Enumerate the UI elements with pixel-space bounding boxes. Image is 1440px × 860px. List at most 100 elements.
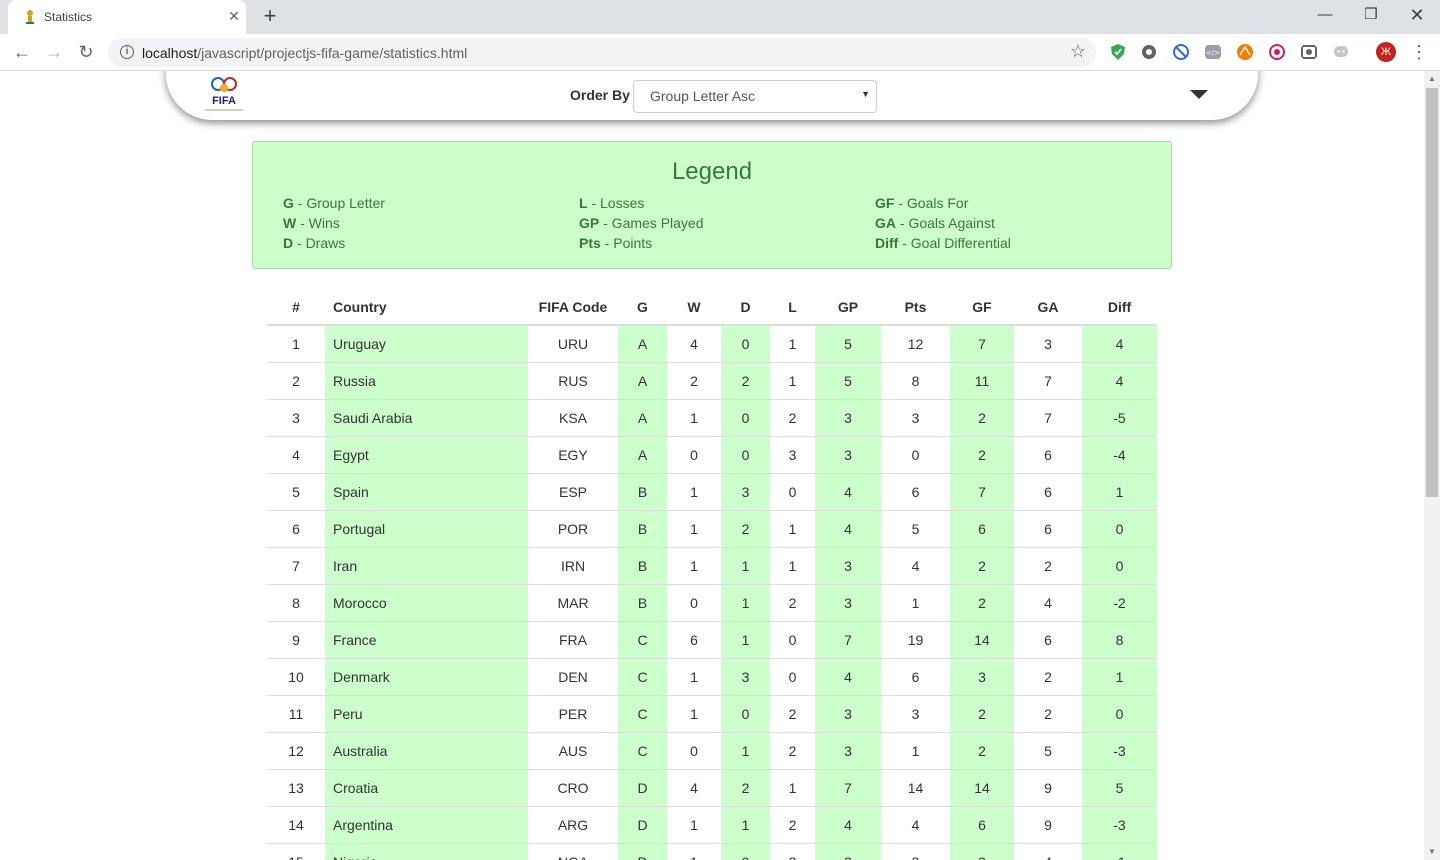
tab-close-icon[interactable]: ✕: [225, 7, 243, 25]
table-row: 15NigeriaNGAD1023334-1: [267, 842, 1157, 860]
legend-item: GA - Goals Against: [875, 215, 995, 231]
cell-goals-for: 2: [950, 583, 1014, 621]
cell-wins: 0: [667, 731, 721, 769]
cell-country: Denmark: [325, 657, 528, 695]
cell-goals-against: 2: [1014, 657, 1082, 695]
table-row: 8 Morocco MAR B 0 1 2 3 1 2 4 -2: [267, 583, 1157, 621]
fifa-logo[interactable]: FIFA: [201, 76, 247, 114]
cell-games-played: 4: [815, 472, 881, 510]
orange-extension-icon[interactable]: [1236, 43, 1254, 61]
tab-title: Statistics: [44, 10, 93, 24]
back-arrow-icon[interactable]: ←: [10, 40, 34, 64]
cell-rank: 1: [267, 324, 325, 362]
profile-avatar[interactable]: Ж: [1376, 42, 1396, 62]
cell-goals-against: 6: [1014, 509, 1082, 547]
column-header-games-played: GP: [815, 289, 881, 326]
browser-menu-icon[interactable]: ⋮: [1410, 40, 1428, 64]
shield-extension-icon[interactable]: [1109, 43, 1127, 61]
cell-points: 3: [881, 694, 950, 732]
cell-goal-diff: -2: [1082, 583, 1157, 621]
cell-draws: 0: [721, 324, 770, 362]
table-row: 4 Egypt EGY A 0 0 3 3 0 2 6 -4: [267, 435, 1157, 473]
cell-games-played: 3: [815, 546, 881, 584]
cell-country: Peru: [325, 694, 528, 732]
cell-goals-for: 11: [950, 361, 1014, 399]
cell-points: 4: [881, 546, 950, 584]
bookmark-star-icon[interactable]: ☆: [1070, 41, 1086, 62]
minimize-icon[interactable]: —: [1302, 0, 1348, 32]
url-host: localhost: [142, 45, 198, 61]
site-info-icon[interactable]: i: [120, 45, 134, 59]
circle-extension-icon[interactable]: [1268, 43, 1286, 61]
cell-losses: 2: [770, 694, 815, 732]
forward-arrow-icon[interactable]: →: [42, 40, 66, 64]
cell-games-played: 5: [815, 324, 881, 362]
chat-extension-icon[interactable]: [1332, 43, 1350, 61]
cell-country: Portugal: [325, 509, 528, 547]
table-row: 6 Portugal POR B 1 2 1 4 5 6 6 0: [267, 509, 1157, 547]
table-body: 1 Uruguay URU A 4 0 1 5 12 7 3 4 2 Russia RUS A 2 2 1 5 8 11 7…: [267, 324, 1157, 860]
cell-points: 14: [881, 768, 950, 806]
menu-caret-icon[interactable]: [1190, 90, 1208, 99]
address-bar[interactable]: i localhost/javascript/projectjs-fifa-ga…: [108, 38, 1096, 67]
cell-fifa-code: FRA: [528, 620, 618, 658]
cell-draws: 3: [721, 657, 770, 695]
block-extension-icon[interactable]: [1172, 43, 1190, 61]
cell-points: 8: [881, 361, 950, 399]
url-text[interactable]: localhost/javascript/projectjs-fifa-game…: [142, 45, 467, 61]
cell-draws: 0: [721, 694, 770, 732]
legend-item: Pts - Points: [579, 235, 652, 251]
legend-title: Legend: [671, 158, 753, 185]
cell-wins: 6: [667, 620, 721, 658]
site-header: FIFA Order By Group Letter Asc ▼: [166, 71, 1258, 120]
cell-games-played: 3: [815, 398, 881, 436]
screenshot-extension-icon[interactable]: [1300, 43, 1318, 61]
cell-draws: 1: [721, 546, 770, 584]
eye-extension-icon[interactable]: [1140, 43, 1158, 61]
cell-country: Croatia: [325, 768, 528, 806]
legend-item: G - Group Letter: [283, 195, 385, 211]
legend-desc: - Losses: [587, 195, 645, 211]
cell-losses: 1: [770, 324, 815, 362]
column-header-rank: #: [267, 289, 325, 326]
cell-losses: 2: [770, 583, 815, 621]
cell-group: D: [618, 768, 667, 806]
cell-losses: 0: [770, 620, 815, 658]
cell-points: 12: [881, 324, 950, 362]
cell-goal-diff: -3: [1082, 805, 1157, 843]
cell-country: Iran: [325, 546, 528, 584]
cell-wins: 1: [667, 805, 721, 843]
table-row: 5 Spain ESP B 1 3 0 4 6 7 6 1: [267, 472, 1157, 510]
cell-fifa-code: MAR: [528, 583, 618, 621]
cell-goals-against: 4: [1014, 842, 1082, 860]
cell-draws: 2: [721, 361, 770, 399]
table-header: # Country FIFA Code G W D L GP Pts GF GA Diff: [267, 289, 1157, 326]
cell-draws: 1: [721, 620, 770, 658]
table-row: 11 Peru PER C 1 0 2 3 3 2 2 0: [267, 694, 1157, 732]
cell-rank: 15: [267, 842, 325, 860]
new-tab-icon[interactable]: +: [258, 5, 282, 29]
order-by-select[interactable]: Group Letter Asc ▼: [633, 80, 877, 113]
cell-goals-against: 6: [1014, 472, 1082, 510]
scroll-up-arrow-icon[interactable]: ▲: [1424, 71, 1440, 87]
restore-icon[interactable]: ❐: [1348, 0, 1394, 32]
vertical-scrollbar[interactable]: ▲ ▼: [1424, 71, 1440, 860]
order-by-value: Group Letter Asc: [650, 88, 756, 104]
cell-draws: 1: [721, 583, 770, 621]
cell-points: 5: [881, 509, 950, 547]
cell-wins: 4: [667, 768, 721, 806]
window-close-icon[interactable]: ✕: [1394, 0, 1440, 32]
reload-icon[interactable]: ↻: [74, 40, 98, 64]
cell-points: 6: [881, 657, 950, 695]
scroll-down-arrow-icon[interactable]: ▼: [1424, 844, 1440, 860]
scrollbar-thumb[interactable]: [1426, 88, 1438, 497]
cell-wins: 1: [667, 657, 721, 695]
browser-tab[interactable]: Statistics ✕: [8, 0, 246, 34]
cell-losses: 2: [770, 842, 815, 860]
cell-goal-diff: 0: [1082, 694, 1157, 732]
cell-country: Australia: [325, 731, 528, 769]
legend-item: W - Wins: [283, 215, 340, 231]
table-row: 2 Russia RUS A 2 2 1 5 8 11 7 4: [267, 361, 1157, 399]
code-extension-icon[interactable]: </>: [1204, 43, 1222, 61]
cell-group: C: [618, 731, 667, 769]
